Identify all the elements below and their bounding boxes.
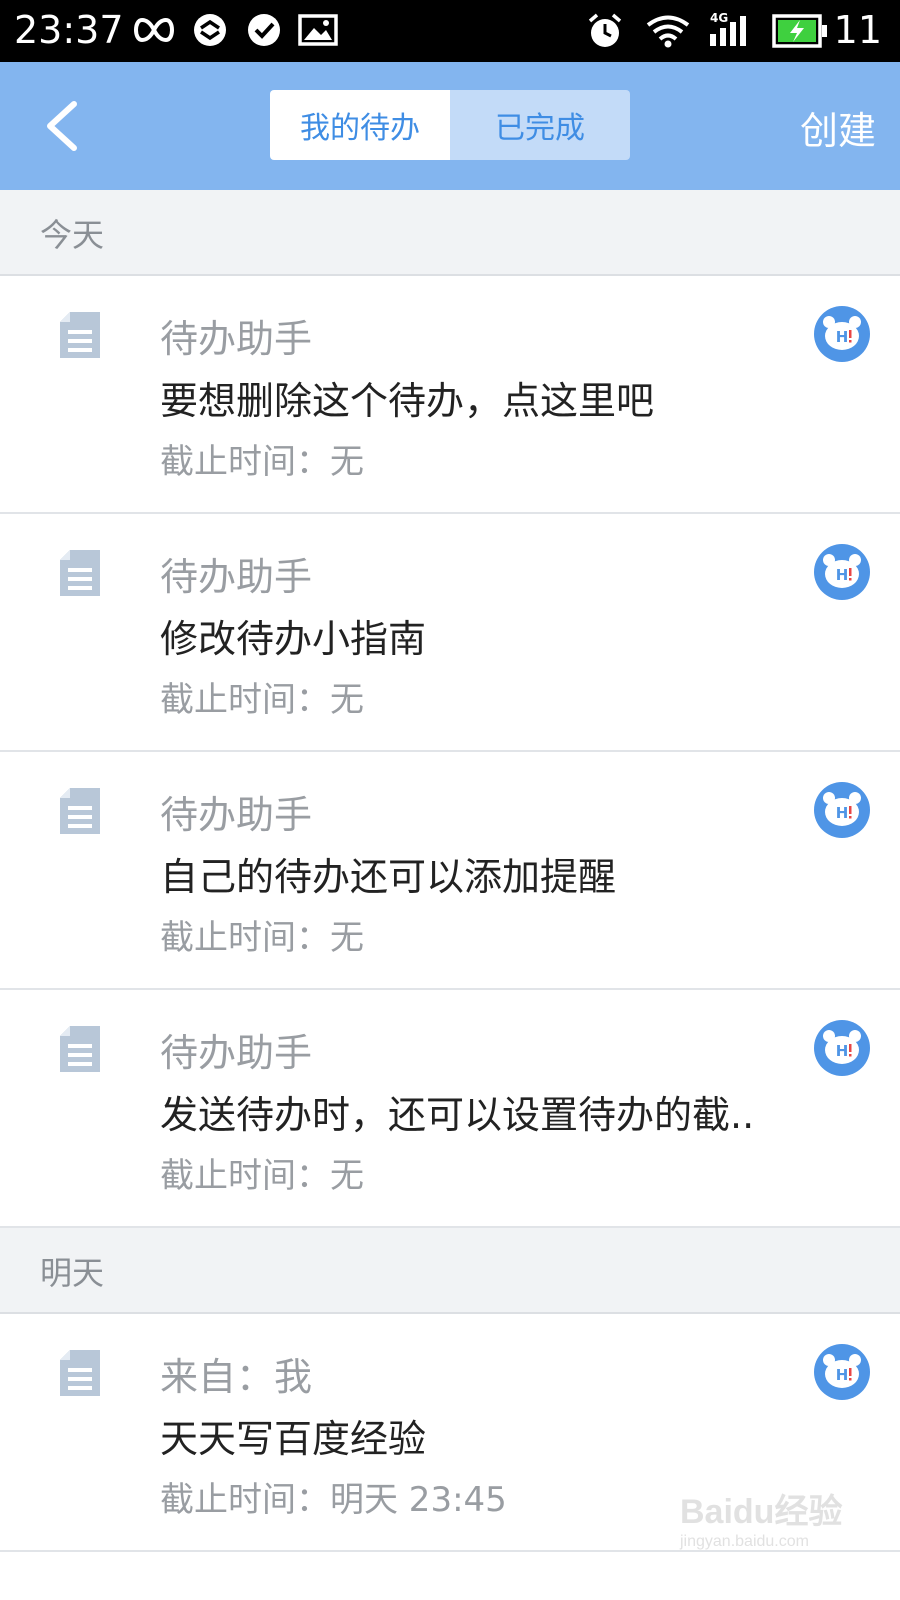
battery-level: 11 xyxy=(833,8,882,52)
todo-from: 待办助手 xyxy=(160,555,313,599)
todo-from: 待办助手 xyxy=(160,1031,313,1075)
todo-deadline-value: 无 xyxy=(330,680,364,720)
todo-deadline: 截止时间：无 xyxy=(160,434,364,483)
watermark-logo-text: Baidu经验 xyxy=(680,1493,843,1531)
todo-from: 待办助手 xyxy=(160,317,313,361)
document-icon xyxy=(60,788,100,834)
image-icon xyxy=(298,14,338,46)
svg-text:H: H xyxy=(836,804,849,822)
todo-deadline-label: 截止时间： xyxy=(160,1480,330,1520)
todo-deadline: 截止时间：无 xyxy=(160,910,364,959)
section-header-today: 今天 xyxy=(0,190,900,276)
todo-item[interactable]: 待办助手 修改待办小指南 截止时间：无 H xyxy=(0,514,900,752)
hi-bear-avatar-icon[interactable]: H xyxy=(814,544,870,600)
alarm-icon xyxy=(588,13,622,47)
hi-bear-avatar-icon[interactable]: H xyxy=(814,1020,870,1076)
svg-text:4G: 4G xyxy=(710,11,728,25)
section-header-tomorrow: 明天 xyxy=(0,1228,900,1314)
create-button[interactable]: 创建 xyxy=(800,100,876,155)
todo-deadline-value: 无 xyxy=(330,918,364,958)
todo-deadline-label: 截止时间： xyxy=(160,680,330,720)
todo-deadline-label: 截止时间： xyxy=(160,1156,330,1196)
todo-item[interactable]: 待办助手 自己的待办还可以添加提醒 截止时间：无 H xyxy=(0,752,900,990)
todo-deadline: 截止时间：无 xyxy=(160,1148,364,1197)
document-icon xyxy=(60,1350,100,1396)
todo-title: 要想删除这个待办，点这里吧 xyxy=(160,379,655,423)
svg-text:H: H xyxy=(836,566,849,584)
infinity-icon xyxy=(134,17,174,43)
section-title: 明天 xyxy=(40,1254,105,1292)
svg-text:H: H xyxy=(836,1366,849,1384)
hi-bear-avatar-icon[interactable]: H xyxy=(814,782,870,838)
tab-my-todos[interactable]: 我的待办 xyxy=(270,90,450,160)
sync-icon xyxy=(194,14,226,46)
document-icon xyxy=(60,550,100,596)
signal-4g-icon: 4G xyxy=(710,11,746,46)
todo-from: 待办助手 xyxy=(160,793,313,837)
document-icon xyxy=(60,1026,100,1072)
todo-deadline-value: 明天 23:45 xyxy=(330,1480,507,1520)
todo-deadline-label: 截止时间： xyxy=(160,442,330,482)
back-button[interactable] xyxy=(38,98,88,154)
segmented-tabs: 我的待办 已完成 xyxy=(270,90,630,160)
todo-title: 修改待办小指南 xyxy=(160,617,427,661)
todo-from: 来自：我 xyxy=(160,1355,313,1399)
wifi-icon xyxy=(646,15,690,48)
baidu-watermark: Baidu经验 jingyan.baidu.com xyxy=(680,1484,850,1574)
hi-bear-avatar-icon[interactable]: H xyxy=(814,306,870,362)
todo-deadline: 截止时间：无 xyxy=(160,672,364,721)
svg-text:H: H xyxy=(836,1042,849,1060)
todo-deadline-value: 无 xyxy=(330,442,364,482)
check-circle-icon xyxy=(248,14,280,46)
todo-deadline-label: 截止时间： xyxy=(160,918,330,958)
watermark-url: jingyan.baidu.com xyxy=(680,1533,809,1550)
document-icon xyxy=(60,312,100,358)
svg-text:H: H xyxy=(836,328,849,346)
todo-title: 天天写百度经验 xyxy=(160,1417,427,1461)
section-title: 今天 xyxy=(40,216,105,254)
battery-charging-icon xyxy=(772,14,827,48)
chevron-left-icon xyxy=(47,101,77,151)
hi-bear-avatar-icon[interactable]: H xyxy=(814,1344,870,1400)
todo-deadline: 截止时间：明天 23:45 xyxy=(160,1472,507,1521)
status-time: 23:37 xyxy=(14,8,124,52)
todo-title: 发送待办时，还可以设置待办的截.. xyxy=(160,1093,755,1137)
todo-item[interactable]: 待办助手 要想删除这个待办，点这里吧 截止时间：无 H xyxy=(0,276,900,514)
todo-item[interactable]: 待办助手 发送待办时，还可以设置待办的截.. 截止时间：无 H xyxy=(0,990,900,1228)
todo-deadline-value: 无 xyxy=(330,1156,364,1196)
nav-bar: 我的待办 已完成 创建 xyxy=(0,62,900,190)
status-bar: 23:37 4G 11 xyxy=(0,0,900,62)
todo-title: 自己的待办还可以添加提醒 xyxy=(160,855,617,899)
tab-completed[interactable]: 已完成 xyxy=(450,90,630,160)
